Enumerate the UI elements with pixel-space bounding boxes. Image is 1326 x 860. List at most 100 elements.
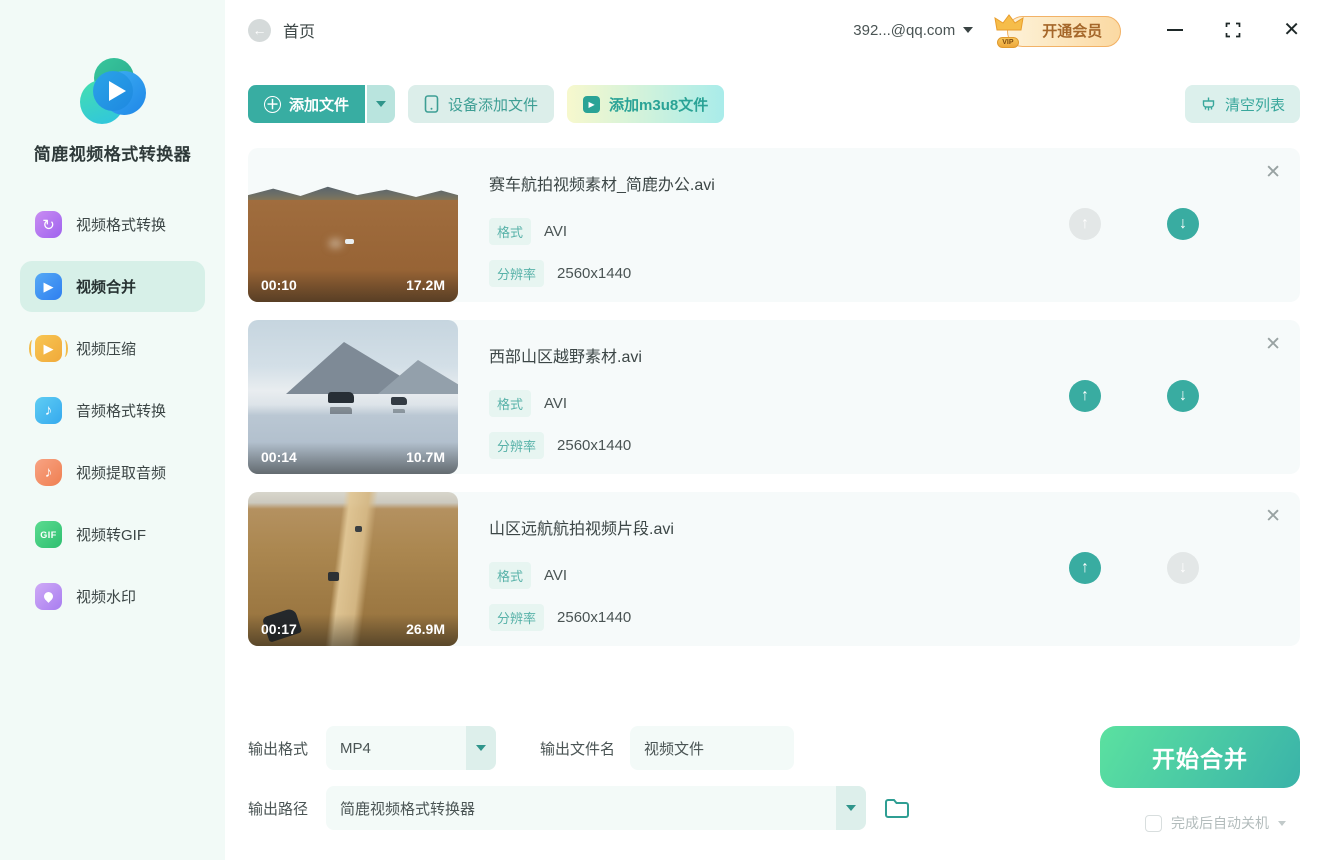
device-add-file-button[interactable]: 设备添加文件 — [408, 85, 555, 123]
file-name: 西部山区越野素材.avi — [489, 349, 642, 366]
vip-upgrade-button[interactable]: VIP 开通会员 — [994, 13, 1122, 48]
sidebar: 简鹿视频格式转换器 ↻ 视频格式转换 ▶ 视频合并 ▶ 视频压缩 ♪ 音频格式转… — [0, 0, 225, 860]
chevron-down-icon — [466, 726, 497, 770]
broom-icon — [1202, 97, 1215, 110]
sidebar-item-video-to-gif[interactable]: GIF 视频转GIF — [20, 509, 205, 560]
maximize-icon[interactable] — [1225, 22, 1241, 38]
file-row: 00:14 10.7M 西部山区越野素材.avi 格式 AVI 分辨率 2560… — [248, 320, 1300, 474]
account-menu[interactable]: 392...@qq.com — [853, 21, 974, 39]
video-thumbnail[interactable]: 00:17 26.9M — [248, 492, 458, 646]
add-m3u8-label: 添加m3u8文件 — [609, 96, 709, 114]
add-m3u8-button[interactable]: ▶ 添加m3u8文件 — [567, 85, 725, 123]
sidebar-item-label: 视频格式转换 — [76, 217, 167, 234]
remove-file-icon[interactable]: ✕ — [1265, 507, 1281, 526]
window-controls: ✕ — [1167, 20, 1300, 40]
format-chip: 格式 — [489, 218, 532, 245]
file-list: 00:10 17.2M 赛车航拍视频素材_简鹿办公.avi 格式 AVI 分辨率… — [248, 148, 1300, 646]
output-filename-input[interactable] — [630, 726, 795, 770]
format-chip: 格式 — [489, 390, 532, 417]
clear-list-button[interactable]: 清空列表 — [1184, 85, 1300, 123]
video-convert-icon: ↻ — [35, 211, 62, 238]
main-content: ← 首页 392...@qq.com VIP 开通会员 ✕ ＋ 添加文件 设备添… — [225, 0, 1326, 860]
sidebar-item-label: 视频合并 — [76, 279, 137, 296]
sidebar-item-video-compress[interactable]: ▶ 视频压缩 — [20, 323, 205, 374]
app-logo-icon — [79, 58, 146, 124]
sidebar-item-video-convert[interactable]: ↻ 视频格式转换 — [20, 199, 205, 250]
topbar: ← 首页 392...@qq.com VIP 开通会员 ✕ — [248, 0, 1300, 60]
format-value: AVI — [544, 395, 568, 412]
open-folder-button[interactable] — [884, 797, 910, 819]
output-section: 输出格式 MP4 输出文件名 输出路径 简鹿视频格式转换器 — [248, 726, 1300, 833]
crown-icon — [994, 13, 1024, 30]
chevron-down-icon — [836, 786, 867, 830]
toolbar: ＋ 添加文件 设备添加文件 ▶ 添加m3u8文件 清空列表 — [248, 85, 1300, 123]
move-up-button[interactable]: ↑ — [1069, 552, 1101, 584]
file-name: 赛车航拍视频素材_简鹿办公.avi — [489, 177, 715, 194]
sidebar-item-extract-audio[interactable]: ♪ 视频提取音频 — [20, 447, 205, 498]
output-format-select[interactable]: MP4 — [326, 726, 497, 770]
video-size: 26.9M — [406, 621, 445, 637]
file-row: 00:10 17.2M 赛车航拍视频素材_简鹿办公.avi 格式 AVI 分辨率… — [248, 148, 1300, 302]
auto-shutdown-option[interactable]: 完成后自动关机 — [1145, 813, 1300, 833]
move-up-button: ↑ — [1069, 208, 1101, 240]
sidebar-item-label: 音频格式转换 — [76, 403, 167, 420]
video-duration: 00:17 — [261, 621, 297, 637]
audio-convert-icon: ♪ — [35, 397, 62, 424]
account-email: 392...@qq.com — [853, 21, 956, 39]
minimize-icon[interactable] — [1167, 29, 1184, 31]
resolution-chip: 分辨率 — [489, 432, 545, 459]
format-value: AVI — [544, 567, 568, 584]
close-icon[interactable]: ✕ — [1283, 20, 1300, 40]
move-down-button[interactable]: ↓ — [1167, 208, 1199, 240]
phone-icon — [424, 95, 439, 113]
extract-audio-icon: ♪ — [35, 459, 62, 486]
chevron-down-icon — [963, 27, 974, 33]
chevron-down-icon — [376, 101, 387, 107]
file-row: 00:17 26.9M 山区远航航拍视频片段.avi 格式 AVI 分辨率 25… — [248, 492, 1300, 646]
move-down-button[interactable]: ↓ — [1167, 380, 1199, 412]
remove-file-icon[interactable]: ✕ — [1265, 335, 1281, 354]
resolution-value: 2560x1440 — [557, 437, 632, 454]
sidebar-item-label: 视频提取音频 — [76, 465, 167, 482]
clear-list-label: 清空列表 — [1224, 96, 1285, 114]
gif-icon: GIF — [35, 521, 62, 548]
sidebar-nav: ↻ 视频格式转换 ▶ 视频合并 ▶ 视频压缩 ♪ 音频格式转换 ♪ 视频提取音频… — [0, 199, 225, 622]
format-value: AVI — [544, 223, 568, 240]
video-thumbnail[interactable]: 00:14 10.7M — [248, 320, 458, 474]
sidebar-item-audio-convert[interactable]: ♪ 音频格式转换 — [20, 385, 205, 436]
resolution-chip: 分辨率 — [489, 604, 545, 631]
output-format-label: 输出格式 — [248, 740, 309, 758]
sidebar-item-label: 视频压缩 — [76, 341, 137, 358]
add-file-dropdown-button[interactable] — [367, 85, 396, 123]
output-path-select[interactable]: 简鹿视频格式转换器 — [326, 786, 867, 830]
sidebar-item-video-merge[interactable]: ▶ 视频合并 — [20, 261, 205, 312]
output-path-value: 简鹿视频格式转换器 — [340, 800, 476, 818]
output-filename-label: 输出文件名 — [540, 740, 616, 758]
sidebar-item-label: 视频水印 — [76, 589, 137, 606]
plus-icon: ＋ — [264, 95, 281, 113]
vip-badge: VIP — [997, 36, 1019, 48]
device-add-file-label: 设备添加文件 — [448, 96, 539, 114]
resolution-chip: 分辨率 — [489, 260, 545, 287]
auto-shutdown-label: 完成后自动关机 — [1171, 815, 1269, 831]
chevron-down-icon — [1278, 820, 1286, 826]
video-duration: 00:10 — [261, 277, 297, 293]
video-thumbnail[interactable]: 00:10 17.2M — [248, 148, 458, 302]
resolution-value: 2560x1440 — [557, 609, 632, 626]
video-size: 10.7M — [406, 449, 445, 465]
folder-icon — [885, 799, 910, 818]
file-name: 山区远航航拍视频片段.avi — [489, 521, 674, 538]
move-up-button[interactable]: ↑ — [1069, 380, 1101, 412]
app-title: 简鹿视频格式转换器 — [33, 145, 192, 164]
page-title: 首页 — [283, 24, 316, 41]
add-file-button[interactable]: ＋ 添加文件 — [248, 85, 366, 123]
remove-file-icon[interactable]: ✕ — [1265, 163, 1281, 182]
auto-shutdown-checkbox[interactable] — [1145, 814, 1162, 832]
output-format-value: MP4 — [340, 739, 371, 757]
sidebar-item-video-watermark[interactable]: 视频水印 — [20, 571, 205, 622]
video-size: 17.2M — [406, 277, 445, 293]
add-file-label: 添加文件 — [289, 96, 350, 114]
start-merge-button[interactable]: 开始合并 — [1100, 726, 1300, 788]
video-file-icon: ▶ — [583, 95, 601, 113]
back-icon[interactable]: ← — [248, 18, 271, 42]
